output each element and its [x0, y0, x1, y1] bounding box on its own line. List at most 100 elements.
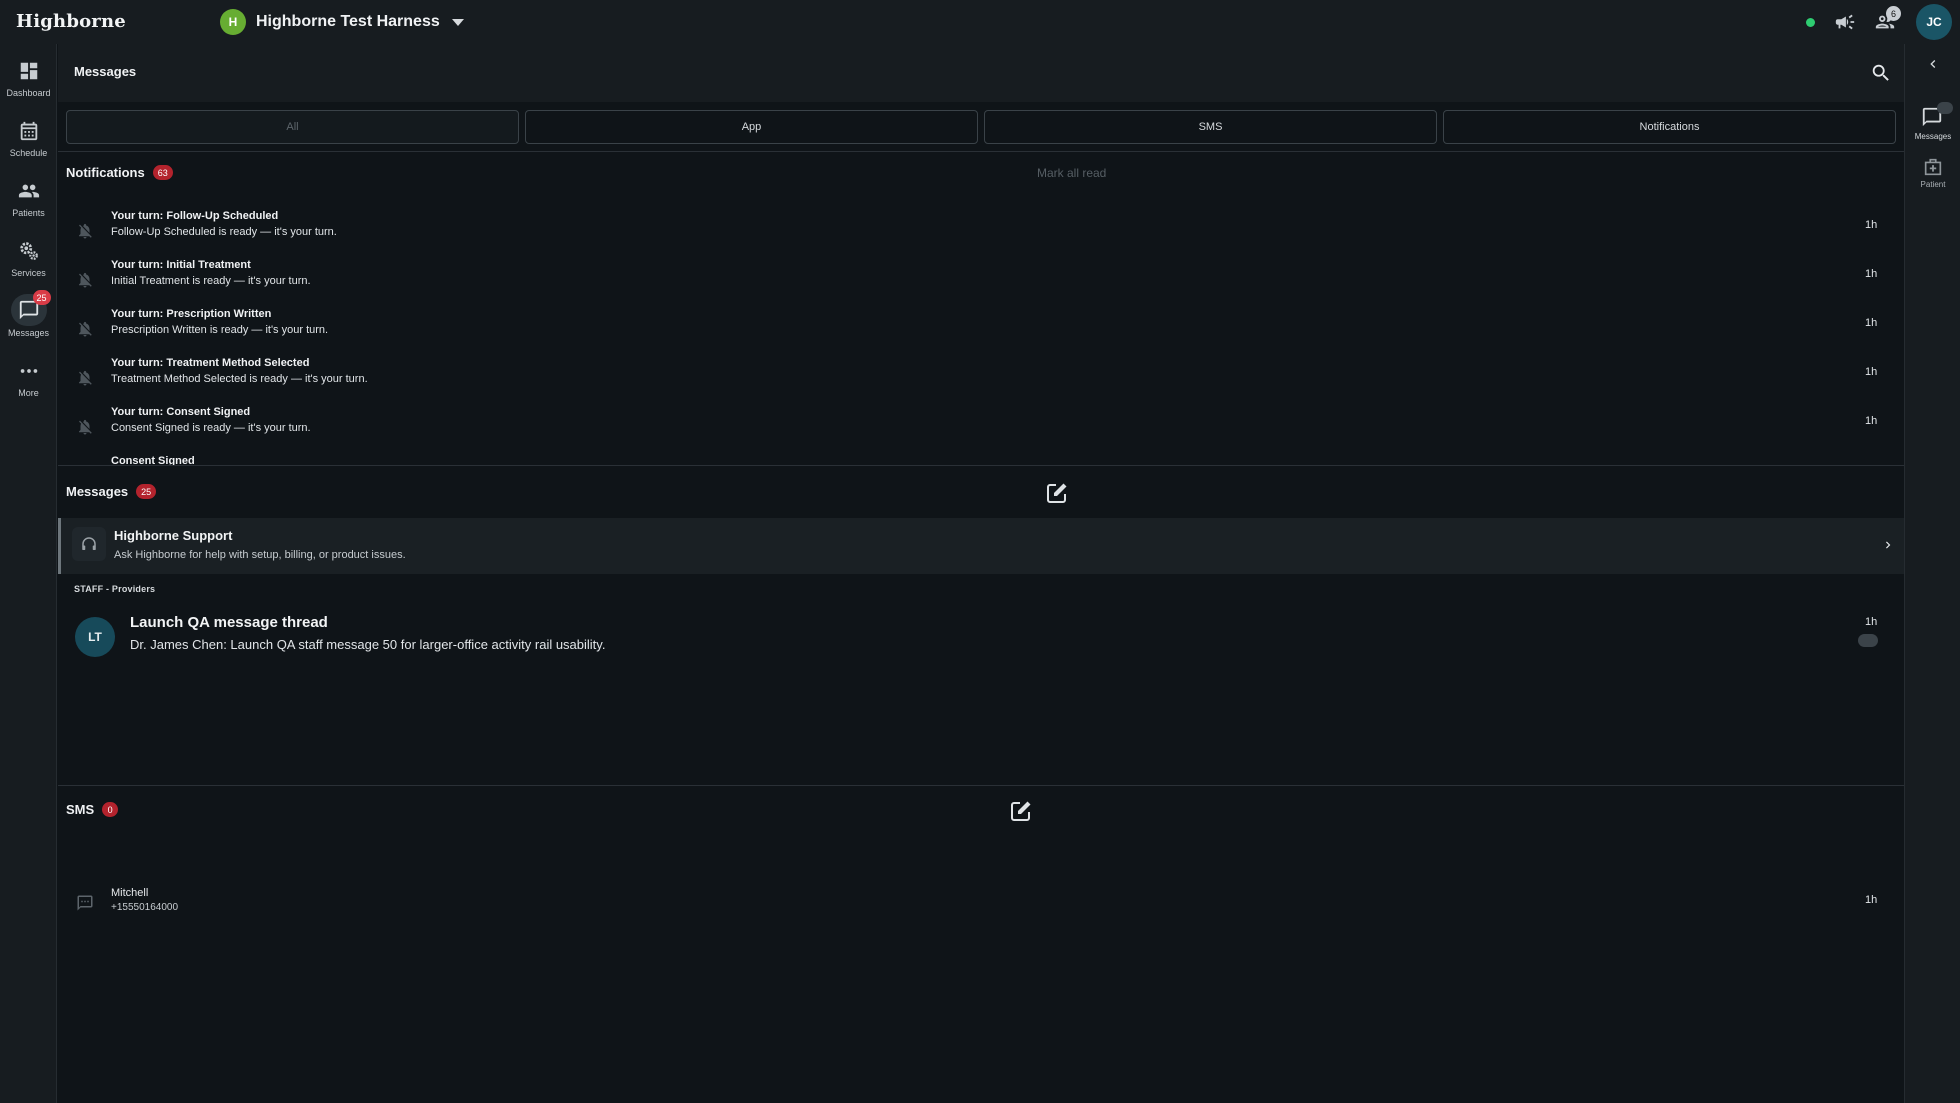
support-thread[interactable]: Highborne Support Ask Highborne for help…	[58, 518, 1904, 574]
nav-item-services[interactable]: Services	[0, 236, 57, 278]
search-icon	[1872, 64, 1889, 81]
page-title: Messages	[74, 64, 137, 79]
section-label: SMS	[66, 802, 95, 817]
megaphone-icon	[1835, 14, 1855, 30]
notification-body: Prescription Written is ready — it's you…	[111, 324, 329, 336]
nav-label: Patients	[12, 208, 45, 218]
sms-time: 1h	[1865, 894, 1878, 906]
brand-logo[interactable]: Highborne	[16, 11, 126, 32]
section-label: Notifications	[66, 165, 145, 180]
compose-icon	[1047, 483, 1067, 503]
medical-kit-icon	[1924, 158, 1942, 176]
notification-time: 1h	[1865, 415, 1878, 427]
bell-off-icon	[79, 419, 92, 435]
rail-label: Patient	[1920, 180, 1946, 189]
bell-off-icon	[79, 321, 92, 337]
notification-body: Consent Signed is ready — it's your turn…	[111, 422, 311, 434]
online-status-indicator	[1806, 18, 1815, 27]
org-name: Highborne Test Harness	[256, 13, 440, 30]
notifications-count-badge: 63	[152, 165, 173, 180]
rail-item-messages[interactable]: Messages	[1905, 102, 1960, 141]
compose-message-button[interactable]	[1045, 481, 1069, 505]
nav-item-more[interactable]: More	[0, 356, 57, 398]
message-thread[interactable]: LT Launch QA message thread Dr. James Ch…	[58, 610, 1904, 664]
notification-item[interactable]: Your turn: Treatment Method Selected Tre…	[58, 355, 1904, 404]
headset-icon	[72, 527, 106, 561]
collapse-rail-button[interactable]	[1905, 56, 1960, 72]
compose-icon	[1011, 801, 1031, 821]
notification-time: 1h	[1865, 366, 1878, 378]
notification-title: Your turn: Treatment Method Selected	[111, 357, 310, 369]
notification-item[interactable]: Your turn: Follow-Up Scheduled Follow-Up…	[58, 208, 1904, 257]
notification-time: 1h	[1865, 219, 1878, 231]
support-description: Ask Highborne for help with setup, billi…	[114, 549, 406, 561]
divider	[58, 785, 1904, 786]
tab-app[interactable]: App	[525, 110, 978, 144]
staff-button[interactable]: 6	[1873, 6, 1901, 34]
bell-off-icon	[79, 223, 92, 239]
notification-body: Treatment Method Selected is ready — it'…	[111, 373, 368, 385]
compose-sms-button[interactable]	[1009, 799, 1033, 823]
notification-item[interactable]: Consent Signed 1h	[58, 453, 1904, 465]
calendar-icon	[12, 116, 46, 146]
chat-icon: 25	[10, 290, 51, 326]
notification-time: 1h	[1865, 317, 1878, 329]
notification-item[interactable]: Your turn: Initial Treatment Initial Tre…	[58, 257, 1904, 306]
notifications-section-title: Notifications 63	[66, 165, 173, 180]
nav-label: Schedule	[9, 148, 48, 158]
sms-contact-phone: +15550164000	[111, 902, 179, 913]
notifications-list: Your turn: Follow-Up Scheduled Follow-Up…	[58, 198, 1904, 466]
rail-label: Messages	[1914, 132, 1952, 141]
people-icon	[12, 176, 46, 206]
dashboard-icon	[12, 56, 46, 86]
top-bar: Highborne H Highborne Test Harness 6 JC	[0, 0, 1960, 44]
bell-off-icon	[79, 370, 92, 386]
notification-title: Your turn: Follow-Up Scheduled	[111, 210, 279, 222]
panel-header: Messages	[58, 44, 1904, 102]
chevron-down-icon	[451, 18, 464, 26]
left-sidebar: Dashboard Schedule Patients Services 25 …	[0, 44, 57, 1103]
thread-avatar: LT	[75, 617, 115, 657]
notification-item[interactable]: Your turn: Prescription Written Prescrip…	[58, 306, 1904, 355]
thread-time: 1h	[1865, 616, 1878, 628]
sms-conversation[interactable]: Mitchell +15550164000 1h	[58, 882, 1904, 926]
notification-time: 1h	[1865, 268, 1878, 280]
notification-body: Follow-Up Scheduled is ready — it's your…	[111, 226, 337, 238]
thread-title: Launch QA message thread	[130, 614, 328, 631]
mark-all-read-button[interactable]: Mark all read	[1037, 166, 1106, 180]
thread-preview: Dr. James Chen: Launch QA staff message …	[130, 637, 606, 652]
sms-bubble-icon	[77, 895, 93, 911]
messages-count-badge: 25	[136, 484, 157, 499]
nav-label: Messages	[7, 328, 50, 338]
messages-section-title: Messages 25	[66, 484, 157, 499]
nav-item-patients[interactable]: Patients	[0, 176, 57, 218]
thread-group-label: STAFF - Providers	[74, 584, 156, 594]
tab-all[interactable]: All	[66, 110, 519, 144]
rail-messages-badge	[1937, 102, 1953, 114]
search-button[interactable]	[1870, 62, 1892, 84]
org-switcher[interactable]: H Highborne Test Harness	[220, 9, 464, 35]
tab-notifications[interactable]: Notifications	[1443, 110, 1896, 144]
announcements-button[interactable]	[1833, 10, 1857, 34]
nav-label: Services	[11, 268, 46, 278]
filter-tabs: All App SMS Notifications	[66, 110, 1896, 144]
nav-item-messages[interactable]: 25 Messages	[0, 290, 57, 338]
tab-sms[interactable]: SMS	[984, 110, 1437, 144]
notification-title: Your turn: Consent Signed	[111, 406, 251, 418]
notification-title: Your turn: Initial Treatment	[111, 259, 251, 271]
thread-unread-indicator	[1858, 634, 1878, 647]
support-title: Highborne Support	[114, 528, 233, 543]
right-activity-rail: Messages Patient	[1904, 44, 1960, 1103]
divider	[58, 151, 1904, 152]
rail-item-patient[interactable]: Patient	[1905, 156, 1960, 189]
user-avatar[interactable]: JC	[1916, 4, 1952, 40]
notification-item[interactable]: Your turn: Consent Signed Consent Signed…	[58, 404, 1904, 453]
nav-item-dashboard[interactable]: Dashboard	[0, 56, 57, 98]
more-icon	[12, 356, 46, 386]
messages-count-badge: 25	[32, 290, 51, 305]
section-label: Messages	[66, 484, 129, 499]
nav-item-schedule[interactable]: Schedule	[0, 116, 57, 158]
chevron-left-icon	[1930, 60, 1936, 68]
chevron-right-icon	[1886, 541, 1891, 549]
gears-icon	[12, 236, 46, 266]
